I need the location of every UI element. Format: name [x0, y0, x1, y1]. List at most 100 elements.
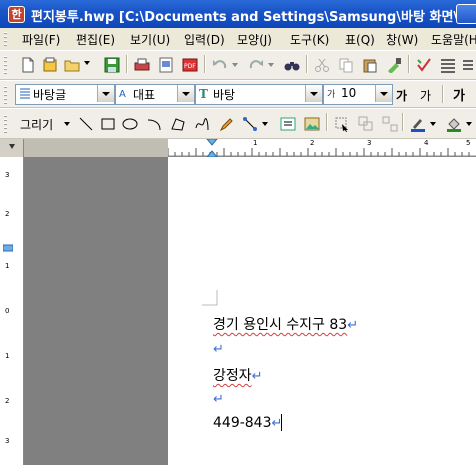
font-name-select[interactable]: T 바탕	[195, 84, 323, 105]
indent-marker-icon[interactable]	[206, 139, 218, 157]
paragraph-mark: ↵	[251, 369, 263, 384]
document-line-1[interactable]: 경기 용인시 수지구 83↵	[213, 314, 358, 334]
vruler-label: 1	[5, 352, 10, 360]
save-icon[interactable]	[104, 57, 120, 73]
print-icon[interactable]	[134, 57, 150, 73]
tool-overflow-icon[interactable]	[462, 57, 476, 73]
align-justify-icon[interactable]	[440, 57, 456, 73]
draw-menu-label[interactable]: 그리기	[20, 116, 53, 133]
open-folder-icon[interactable]	[64, 57, 80, 73]
document-line-5[interactable]: 449-843↵	[213, 415, 282, 431]
ruler-corner-arrow-icon	[9, 144, 15, 149]
pencil-tool-icon[interactable]	[218, 116, 234, 132]
minimize-button[interactable]	[456, 4, 476, 24]
ruler-label-5: 5	[466, 139, 471, 147]
ruler-label-3: 3	[367, 139, 372, 147]
vruler-label: 0	[5, 307, 10, 315]
ruler-corner[interactable]	[0, 139, 24, 157]
fill-bucket-icon[interactable]	[446, 116, 462, 132]
picture-tool-icon[interactable]	[304, 116, 320, 132]
hwp-app-icon[interactable]: 한	[8, 6, 25, 23]
cut-icon[interactable]	[314, 57, 330, 73]
format-painter-icon[interactable]	[386, 57, 402, 73]
redo-dropdown-arrow[interactable]	[268, 63, 274, 67]
select-object-icon[interactable]	[334, 116, 350, 132]
polygon-tool-icon[interactable]	[170, 116, 186, 132]
toolbar-grip[interactable]	[4, 86, 7, 104]
paste-icon[interactable]	[362, 57, 378, 73]
curve-tool-icon[interactable]	[194, 116, 210, 132]
font-size-down-button[interactable]: 가	[420, 87, 431, 104]
menu-view[interactable]: 보기(U)	[130, 31, 170, 48]
vruler-label: 3	[5, 437, 10, 445]
paragraph-mark: ↵	[347, 318, 359, 333]
new-document-icon[interactable]	[20, 57, 36, 73]
font-size-up-button[interactable]: 가	[396, 87, 407, 104]
document-line-2[interactable]: ↵	[213, 341, 224, 357]
redo-icon[interactable]	[248, 57, 264, 73]
menu-format[interactable]: 모양(J)	[237, 31, 272, 48]
postal-code-text: 449-843	[213, 415, 272, 431]
pdf-icon[interactable]: PDF	[182, 57, 198, 73]
shape-dropdown-arrow[interactable]	[262, 122, 268, 126]
document-line-4[interactable]: ↵	[213, 391, 224, 407]
horizontal-ruler-page[interactable]: 1 2 3 4 5	[168, 139, 476, 157]
draw-dropdown-arrow[interactable]	[64, 122, 70, 126]
svg-text:PDF: PDF	[184, 63, 196, 70]
toolbar-separator	[326, 113, 328, 131]
undo-dropdown-arrow[interactable]	[232, 63, 238, 67]
format-toolbar: 바탕글 A 대표 T 바탕 가 10 가 가 가	[0, 80, 476, 108]
connector-tool-icon[interactable]	[242, 116, 258, 132]
vruler-label: 2	[5, 397, 10, 405]
font-size-value: 10	[341, 86, 357, 100]
toolbar-separator	[402, 113, 404, 131]
menu-edit[interactable]: 편집(E)	[76, 31, 115, 48]
font-size-select[interactable]: 가 10	[323, 84, 393, 105]
style-select[interactable]: 바탕글	[15, 84, 115, 105]
group-icon[interactable]	[358, 116, 374, 132]
vertical-margin-marker-icon[interactable]	[3, 244, 13, 256]
menu-window[interactable]: 창(W)	[386, 31, 418, 48]
find-binoculars-icon[interactable]	[284, 57, 300, 73]
menu-tools[interactable]: 도구(K)	[290, 31, 329, 48]
name-text: 강정자	[213, 368, 252, 384]
menu-help[interactable]: 도움말(H)	[431, 31, 476, 48]
textbox-tool-icon[interactable]	[280, 116, 296, 132]
rectangle-tool-icon[interactable]	[100, 116, 116, 132]
font-language-select[interactable]: A 대표	[115, 84, 195, 105]
menu-table[interactable]: 표(Q)	[345, 31, 375, 48]
ellipse-tool-icon[interactable]	[122, 116, 138, 132]
undo-icon[interactable]	[212, 57, 228, 73]
chevron-down-icon[interactable]	[375, 85, 392, 102]
toolbar-separator	[442, 85, 444, 103]
bold-icon[interactable]: 가	[450, 87, 466, 103]
address-text: 경기 용인시 수지구 83	[213, 317, 348, 333]
ungroup-icon[interactable]	[382, 116, 398, 132]
standard-toolbar: PDF	[0, 50, 476, 80]
print-preview-icon[interactable]	[158, 57, 174, 73]
vruler-label: 3	[5, 171, 10, 179]
menu-insert[interactable]: 입력(D)	[184, 31, 225, 48]
arc-tool-icon[interactable]	[146, 116, 162, 132]
menu-bar: 파일(F) 편집(E) 보기(U) 입력(D) 모양(J) 도구(K) 표(Q)…	[0, 28, 476, 50]
menu-file[interactable]: 파일(F)	[22, 31, 60, 48]
line-color-dropdown-arrow[interactable]	[430, 122, 436, 126]
toolbar-grip[interactable]	[4, 56, 7, 74]
spell-check-icon[interactable]	[416, 57, 432, 73]
fill-dropdown-arrow[interactable]	[466, 122, 472, 126]
menubar-grip[interactable]	[4, 32, 7, 46]
font-language-value: 대표	[133, 88, 156, 102]
template-icon[interactable]	[42, 57, 58, 73]
toolbar-grip[interactable]	[4, 115, 7, 133]
vertical-ruler[interactable]: 3 2 1 0 1 2 3	[0, 157, 24, 465]
document-line-3[interactable]: 강정자↵	[213, 365, 263, 385]
copy-icon[interactable]	[338, 57, 354, 73]
paragraph-mark: ↵	[213, 392, 224, 407]
chevron-down-icon[interactable]	[177, 85, 194, 102]
chevron-down-icon[interactable]	[305, 85, 322, 102]
chevron-down-icon[interactable]	[97, 85, 114, 102]
open-dropdown-arrow[interactable]	[84, 61, 90, 65]
line-color-pen-icon[interactable]	[410, 116, 426, 132]
line-tool-icon[interactable]	[78, 116, 94, 132]
font-size-icon: 가	[327, 89, 335, 100]
